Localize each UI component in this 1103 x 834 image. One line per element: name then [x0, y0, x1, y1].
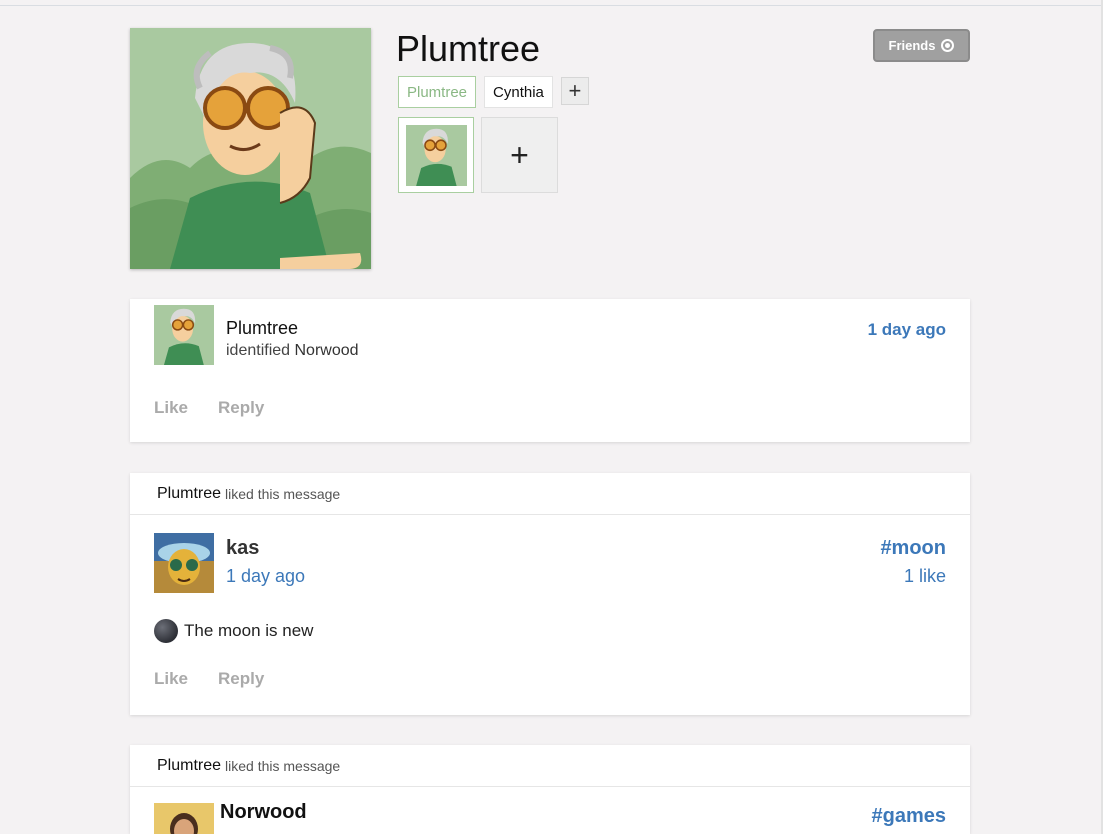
- avatar[interactable]: [154, 533, 214, 593]
- name-tab-cynthia[interactable]: Cynthia: [484, 76, 553, 108]
- activity-card: Plumtree liked this message kas 1 day ag…: [130, 473, 970, 715]
- post: kas 1 day ago #moon 1 like The moon is n…: [130, 515, 970, 714]
- timestamp-link[interactable]: 1 day ago: [226, 566, 305, 587]
- post: Plumtree identified Norwood 1 day ago Li…: [130, 299, 970, 442]
- friends-button-label: Friends: [888, 38, 936, 53]
- post-author[interactable]: kas: [226, 537, 259, 560]
- post: Norwood #games: [130, 787, 970, 834]
- hashtag-link[interactable]: #games: [872, 805, 947, 828]
- friends-button[interactable]: Friends: [873, 29, 970, 62]
- name-tab-plumtree[interactable]: Plumtree: [398, 76, 477, 108]
- top-divider: [0, 0, 1103, 6]
- avatar[interactable]: [154, 803, 214, 834]
- post-actions: Like Reply: [154, 398, 264, 418]
- like-button[interactable]: Like: [154, 398, 188, 418]
- post-actions: Like Reply: [154, 669, 264, 689]
- liked-by-user[interactable]: Plumtree: [157, 485, 221, 503]
- photo-thumbnail[interactable]: [398, 117, 474, 193]
- liked-text: liked this message: [225, 757, 341, 774]
- action-text: identified: [226, 342, 291, 359]
- new-moon-icon: [154, 619, 178, 643]
- post-meta: #moon 1 like: [880, 537, 946, 587]
- add-name-button[interactable]: +: [560, 77, 589, 105]
- card-header: Plumtree liked this message: [130, 745, 970, 787]
- post-text: The moon is new: [184, 621, 314, 640]
- activity-card: Plumtree liked this message Norwood #gam…: [130, 745, 970, 834]
- profile-avatar[interactable]: [130, 28, 371, 269]
- activity-card: Plumtree identified Norwood 1 day ago Li…: [130, 299, 970, 442]
- like-count[interactable]: 1 like: [880, 566, 946, 587]
- timestamp-link[interactable]: 1 day ago: [868, 320, 946, 340]
- post-subtitle: identified Norwood: [226, 342, 359, 360]
- post-body: The moon is new: [154, 619, 313, 643]
- card-header: Plumtree liked this message: [130, 473, 970, 515]
- liked-text: liked this message: [225, 485, 341, 502]
- add-photo-button[interactable]: +: [481, 117, 558, 193]
- post-author[interactable]: Norwood: [220, 801, 307, 824]
- radio-dot-icon: [941, 39, 955, 52]
- post-meta: 1 day ago: [868, 320, 946, 340]
- post-meta: #games: [872, 805, 947, 828]
- liked-by-user[interactable]: Plumtree: [157, 757, 221, 775]
- hashtag-link[interactable]: #moon: [880, 537, 946, 560]
- like-button[interactable]: Like: [154, 669, 188, 689]
- reply-button[interactable]: Reply: [218, 669, 264, 689]
- avatar[interactable]: [154, 305, 214, 365]
- name-tabs: Plumtree Cynthia +: [398, 76, 589, 108]
- post-author[interactable]: Plumtree: [226, 318, 298, 339]
- photo-thumbnails: +: [398, 117, 558, 193]
- identified-target[interactable]: Norwood: [295, 342, 359, 359]
- reply-button[interactable]: Reply: [218, 398, 264, 418]
- profile-name: Plumtree: [396, 28, 541, 69]
